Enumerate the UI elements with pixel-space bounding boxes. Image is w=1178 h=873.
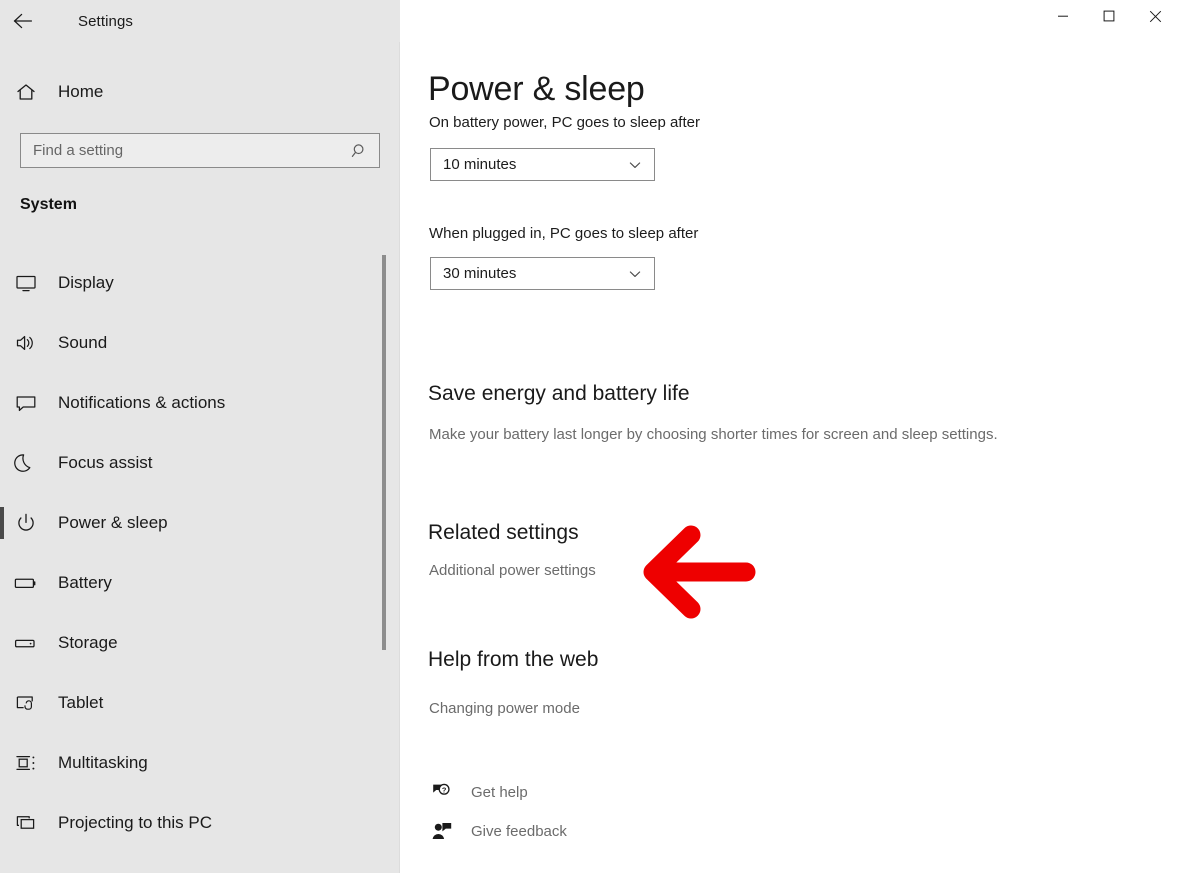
search-box[interactable]: [20, 133, 380, 168]
back-arrow-icon: [12, 12, 34, 30]
sidebar-item-notifications-label: Notifications & actions: [58, 393, 225, 413]
help-from-web-heading: Help from the web: [428, 648, 598, 672]
help-bubble-icon: ?: [427, 781, 457, 803]
selection-indicator: [0, 507, 4, 539]
home-icon: [0, 81, 52, 103]
tablet-icon: [0, 691, 52, 715]
minimize-icon: [1057, 10, 1069, 22]
related-settings-heading: Related settings: [428, 521, 579, 545]
close-icon: [1149, 10, 1162, 23]
title-bar: Settings: [0, 0, 1178, 42]
sidebar-item-home[interactable]: Home: [0, 72, 386, 112]
plugged-sleep-label: When plugged in, PC goes to sleep after: [429, 225, 698, 242]
get-help-label: Get help: [471, 784, 528, 801]
get-help-item[interactable]: ? Get help: [427, 781, 528, 803]
chevron-down-icon: [626, 267, 644, 281]
maximize-button[interactable]: [1086, 0, 1132, 32]
battery-sleep-dropdown-value: 10 minutes: [443, 156, 626, 173]
battery-sleep-dropdown[interactable]: 10 minutes: [430, 148, 655, 181]
give-feedback-label: Give feedback: [471, 823, 567, 840]
multitasking-icon: [0, 751, 52, 775]
chat-bubble-icon: [0, 391, 52, 415]
sidebar: Home System: [0, 0, 400, 873]
search-container: [20, 133, 380, 168]
changing-power-mode-link[interactable]: Changing power mode: [429, 700, 580, 717]
feedback-person-icon: [427, 820, 457, 842]
sidebar-item-multitasking-label: Multitasking: [58, 753, 148, 773]
power-icon: [0, 511, 52, 535]
sidebar-item-sound-label: Sound: [58, 333, 107, 353]
sidebar-item-focus-assist-label: Focus assist: [58, 453, 152, 473]
speaker-icon: [0, 331, 52, 355]
sidebar-item-tablet-label: Tablet: [58, 693, 103, 713]
sidebar-item-sound[interactable]: Sound: [0, 313, 386, 373]
back-button[interactable]: [0, 0, 46, 42]
sidebar-item-display-label: Display: [58, 273, 114, 293]
sidebar-item-multitasking[interactable]: Multitasking: [0, 733, 386, 793]
app-title: Settings: [78, 13, 133, 30]
page-title: Power & sleep: [428, 66, 645, 112]
window-controls: [400, 0, 1178, 42]
sidebar-item-notifications[interactable]: Notifications & actions: [0, 373, 386, 433]
moon-icon: [0, 451, 52, 475]
give-feedback-item[interactable]: Give feedback: [427, 820, 567, 842]
minimize-button[interactable]: [1040, 0, 1086, 32]
sidebar-item-power-and-sleep[interactable]: Power & sleep: [0, 493, 386, 553]
sidebar-item-storage-label: Storage: [58, 633, 118, 653]
sidebar-item-projecting-to-this-pc[interactable]: Projecting to this PC: [0, 793, 386, 853]
sidebar-item-projecting-to-this-pc-label: Projecting to this PC: [58, 813, 212, 833]
settings-window: Home System: [0, 0, 1178, 873]
plugged-sleep-dropdown[interactable]: 30 minutes: [430, 257, 655, 290]
search-input[interactable]: [33, 142, 349, 159]
monitor-icon: [0, 271, 52, 295]
chevron-down-icon: [626, 158, 644, 172]
additional-power-settings-link[interactable]: Additional power settings: [429, 562, 596, 579]
sidebar-item-display[interactable]: Display: [0, 253, 386, 313]
sidebar-item-power-and-sleep-label: Power & sleep: [58, 513, 168, 533]
title-bar-left: Settings: [0, 0, 400, 42]
svg-text:?: ?: [442, 785, 447, 794]
sidebar-item-home-label: Home: [58, 82, 103, 102]
save-energy-description: Make your battery last longer by choosin…: [429, 426, 998, 443]
sidebar-item-tablet[interactable]: Tablet: [0, 673, 386, 733]
sidebar-item-focus-assist[interactable]: Focus assist: [0, 433, 386, 493]
sidebar-item-battery-label: Battery: [58, 573, 112, 593]
sidebar-section-title: System: [20, 196, 77, 214]
search-icon[interactable]: [349, 142, 371, 160]
sidebar-nav: Display Sound: [0, 253, 386, 853]
sidebar-item-battery[interactable]: Battery: [0, 553, 386, 613]
save-energy-heading: Save energy and battery life: [428, 382, 690, 406]
drive-icon: [0, 631, 52, 655]
battery-sleep-label: On battery power, PC goes to sleep after: [429, 114, 700, 131]
maximize-icon: [1103, 10, 1115, 22]
projecting-icon: [0, 811, 52, 835]
sidebar-scrollbar-thumb[interactable]: [382, 255, 386, 650]
battery-icon: [0, 571, 52, 595]
sidebar-item-storage[interactable]: Storage: [0, 613, 386, 673]
plugged-sleep-dropdown-value: 30 minutes: [443, 265, 626, 282]
main-content: On battery power, PC goes to sleep after…: [400, 0, 1178, 873]
sidebar-scrollbar[interactable]: [379, 42, 389, 873]
close-button[interactable]: [1132, 0, 1178, 32]
